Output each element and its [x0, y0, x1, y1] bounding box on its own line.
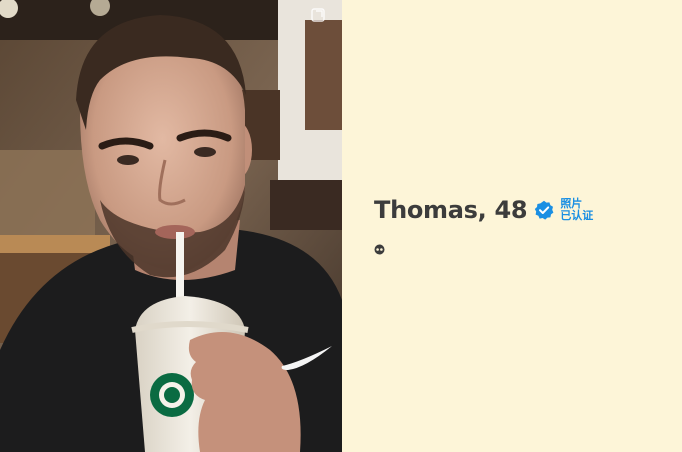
photo-verified-label: 照片 已认证	[560, 198, 593, 222]
profile-name-age: Thomas, 48	[374, 196, 528, 224]
expand-icon[interactable]	[311, 8, 325, 22]
profile-info: Thomas, 48 照片 已认证	[342, 0, 682, 452]
verified-badge-icon	[535, 200, 554, 220]
name-row: Thomas, 48 照片 已认证	[374, 196, 593, 224]
profile-card: Thomas, 48 照片 已认证	[0, 0, 682, 452]
profile-photo-image	[0, 0, 342, 452]
status-dots-icon	[374, 244, 385, 255]
profile-photo[interactable]	[0, 0, 342, 452]
verified-label-line2: 已认证	[560, 209, 594, 222]
